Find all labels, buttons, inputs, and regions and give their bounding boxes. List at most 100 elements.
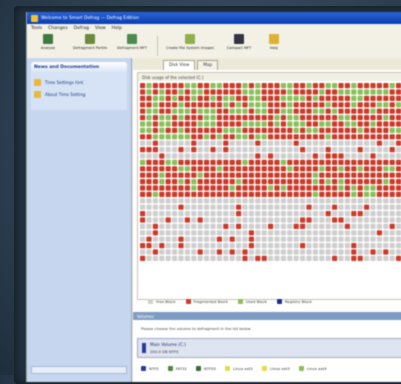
cluster-block (274, 147, 280, 153)
cluster-block (280, 95, 286, 101)
cluster-block (325, 179, 331, 185)
menu-changes[interactable]: Changes (48, 26, 68, 31)
cluster-block (242, 249, 248, 255)
cluster-block (191, 121, 197, 127)
cluster-block (364, 140, 370, 146)
tab-map[interactable]: Map (197, 60, 219, 70)
cluster-block (268, 236, 274, 242)
cluster-block (319, 121, 325, 127)
cluster-block (319, 243, 325, 249)
cluster-block (210, 89, 216, 95)
defrag-partition-button[interactable]: Defragment Partition (73, 34, 107, 58)
cluster-block (216, 204, 222, 210)
cluster-block (216, 140, 222, 146)
cluster-block (216, 211, 222, 217)
cluster-block (159, 172, 165, 178)
help-button[interactable]: Help (264, 34, 284, 58)
cluster-block (184, 127, 190, 133)
cluster-block (184, 95, 190, 101)
cluster-block (197, 108, 203, 114)
menu-view[interactable]: View (95, 26, 106, 31)
cluster-block (383, 89, 389, 95)
cluster-block (178, 249, 184, 255)
cluster-block (146, 140, 152, 146)
toolbar-separator (157, 36, 158, 56)
cluster-block (242, 121, 248, 127)
cluster-block (332, 140, 338, 146)
cluster-block (300, 172, 306, 178)
cluster-block (216, 95, 222, 101)
cluster-block (268, 172, 274, 178)
cluster-block (389, 127, 395, 133)
cluster-block (184, 255, 190, 261)
ntfs5-swatch (195, 366, 201, 371)
cluster-block (376, 89, 382, 95)
cluster-block (229, 147, 235, 153)
cluster-block (242, 95, 248, 101)
cluster-block (261, 108, 267, 114)
sidebar-link-about-time[interactable]: About Time Setting (34, 88, 124, 100)
cluster-block (396, 159, 401, 165)
legend-ext3: Linux ext3 (261, 366, 290, 371)
sidebar-scrollbar[interactable] (31, 366, 127, 374)
menu-tools[interactable]: Tools (31, 26, 42, 31)
cluster-block (376, 115, 382, 121)
cluster-block (357, 185, 363, 191)
cluster-block (178, 236, 184, 242)
defrag-mft-button[interactable]: Defragment MFT (115, 34, 149, 58)
cluster-block (172, 115, 178, 121)
cluster-block (140, 140, 146, 146)
cluster-block (255, 217, 261, 223)
cluster-block (389, 102, 395, 108)
cluster-block (268, 83, 274, 89)
sidebar-header[interactable]: News and Documentation (31, 62, 127, 72)
cluster-block (293, 102, 299, 108)
cluster-block (300, 236, 306, 242)
compact-mft-button[interactable]: Compact MFT (222, 34, 256, 58)
cluster-block (191, 230, 197, 236)
cluster-block (172, 230, 178, 236)
cluster-block (351, 140, 357, 146)
cluster-block (204, 230, 210, 236)
cluster-block (152, 223, 158, 229)
cluster-block (325, 211, 331, 217)
sidebar-link-time-hint[interactable]: Time Settings hint (34, 76, 124, 88)
cluster-block (172, 95, 178, 101)
cluster-block (140, 159, 146, 165)
document-icon (34, 90, 41, 98)
cluster-block (364, 223, 370, 229)
analyze-button[interactable]: Analyze (31, 34, 65, 58)
volume-item[interactable]: Main Volume (C:) 200.0 GB NTFS (137, 338, 401, 358)
cluster-block (236, 108, 242, 114)
filesystem-image-button[interactable]: Create File System Images (166, 34, 214, 58)
cluster-block (332, 95, 338, 101)
cluster-block (165, 95, 171, 101)
menu-defrag[interactable]: Defrag (74, 26, 89, 31)
cluster-block (357, 172, 363, 178)
cluster-block (396, 185, 401, 191)
cluster-block (300, 255, 306, 261)
cluster-block (364, 236, 370, 242)
cluster-block (383, 115, 389, 121)
menu-help[interactable]: Help (112, 26, 122, 31)
cluster-block (287, 204, 293, 210)
cluster-block (229, 223, 235, 229)
cluster-block (236, 121, 242, 127)
cluster-block (216, 255, 222, 261)
cluster-block (357, 204, 363, 210)
cluster-block (280, 147, 286, 153)
cluster-block (229, 159, 235, 165)
legend-label: NTFS (149, 366, 159, 371)
cluster-block (216, 121, 222, 127)
cluster-block (216, 217, 222, 223)
cluster-block (306, 127, 312, 133)
cluster-block (325, 153, 331, 159)
cluster-block (210, 230, 216, 236)
cluster-block (344, 172, 350, 178)
tab-disk-view[interactable]: Disk View (163, 60, 196, 70)
cluster-block (255, 127, 261, 133)
cluster-block (255, 83, 261, 89)
cluster-block (325, 243, 331, 249)
cluster-block (280, 127, 286, 133)
cluster-block (204, 95, 210, 101)
